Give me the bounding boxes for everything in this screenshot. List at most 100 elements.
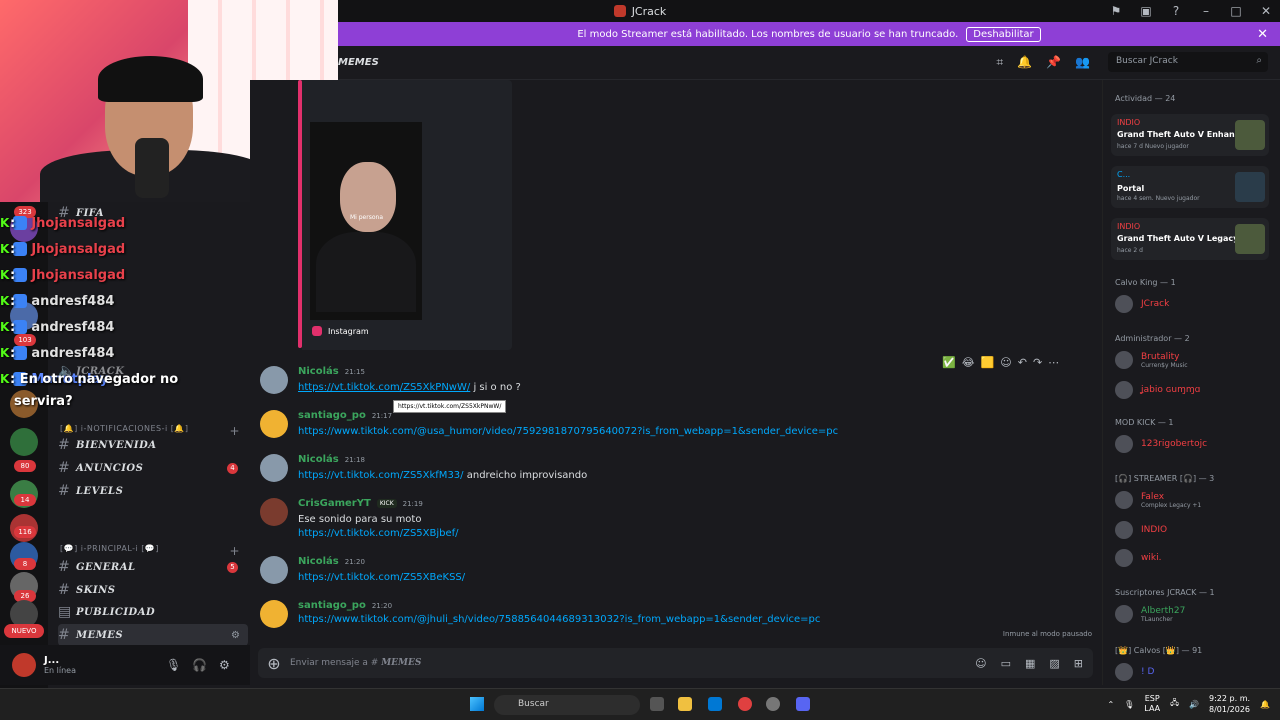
member-item[interactable]: wiki. [1115, 548, 1275, 568]
activity-card[interactable]: INDIO Grand Theft Auto V Legacy hace 2 d [1111, 218, 1269, 260]
avatar [1115, 663, 1133, 681]
video-body [316, 232, 416, 312]
channel-general[interactable]: # GENERAL 5 [58, 556, 248, 578]
mail-icon[interactable] [708, 697, 722, 711]
sticker-icon[interactable]: ▦ [1025, 657, 1035, 670]
message-link[interactable]: https://vt.tiktok.com/ZS5XBjbef/ [298, 528, 459, 539]
volume-icon[interactable]: 🔊 [1189, 700, 1199, 709]
channel-skins[interactable]: # SKINS [58, 579, 248, 601]
category-principal[interactable]: [💬] i-PRINCIPAL-i [💬] + [60, 544, 240, 558]
channel-memes[interactable]: # MEMES ⚙ [58, 624, 248, 646]
role-header: [👑] Calvos [👑] — 91 [1115, 646, 1203, 655]
member-item[interactable]: JCrack [1115, 294, 1275, 314]
member-item[interactable]: Brutality Curren$y Music [1115, 350, 1275, 370]
role-header: Administrador — 2 [1115, 334, 1190, 343]
clock[interactable]: 9:22 p. m. 8/01/2026 [1209, 693, 1250, 715]
avatar[interactable] [260, 454, 288, 482]
channel-bienvenida[interactable]: # BIENVENIDA [58, 434, 248, 456]
maximize-icon[interactable]: □ [1228, 4, 1244, 18]
avatar [1115, 435, 1133, 453]
author-name[interactable]: santiago_po [298, 410, 366, 421]
tray-chevron-icon[interactable]: ⌃ [1107, 700, 1114, 709]
reaction-check-icon[interactable]: ✅ [942, 356, 956, 369]
headphones-icon[interactable]: 🎧 [192, 658, 207, 672]
bell-icon[interactable]: 🔔 [1017, 55, 1032, 70]
settings-icon[interactable]: ⚙ [219, 658, 230, 672]
apps-icon[interactable]: ⊞ [1074, 657, 1083, 670]
channel-publicidad[interactable]: ▤ PUBLICIDAD [58, 601, 248, 623]
category-notificaciones[interactable]: [🔔] i-NOTIFICACIONES-i [🔔] + [60, 424, 240, 438]
activity-card[interactable]: C... Portal hace 4 sem. Nuevo jugador [1111, 166, 1269, 208]
emoji-icon[interactable]: ☺ [975, 657, 986, 670]
search-input[interactable]: Buscar JCrack ⌕ [1108, 52, 1268, 72]
avatar[interactable] [260, 556, 288, 584]
disable-streamer-button[interactable]: Deshabilitar [966, 26, 1041, 42]
avatar[interactable] [260, 410, 288, 438]
message-link[interactable]: https://vt.tiktok.com/ZS5XkPNwW/ [298, 382, 470, 393]
members-icon[interactable]: 👥 [1075, 55, 1090, 70]
member-item[interactable]: INDIO [1115, 520, 1275, 540]
more-icon[interactable]: ⋯ [1048, 356, 1059, 369]
add-reaction-icon[interactable]: ☺ [1000, 356, 1011, 369]
minimize-icon[interactable]: – [1198, 4, 1214, 18]
member-item[interactable]: 123rigobertojc [1115, 434, 1275, 454]
close-window-icon[interactable]: ✕ [1258, 4, 1274, 18]
reaction-laugh-icon[interactable]: 😂 [962, 356, 975, 369]
activity-card[interactable]: INDIO Grand Theft Auto V Enhan... hace 7 d… [1111, 114, 1269, 156]
file-explorer-icon[interactable] [678, 697, 692, 711]
inbox-icon[interactable]: ⚑ [1108, 4, 1124, 18]
reaction-flag-icon[interactable]: 🟨 [981, 356, 995, 369]
forward-icon[interactable]: ↷ [1033, 356, 1042, 369]
member-item[interactable]: ! D [1115, 662, 1275, 682]
member-item[interactable]: Alberth27 TLauncher [1115, 604, 1275, 624]
embed-video[interactable]: Mi persona [310, 122, 422, 320]
message-composer[interactable]: ⊕ Enviar mensaje a # MEMES ☺ ▭ ▦ ▨ ⊞ [258, 648, 1093, 678]
gif-icon[interactable]: ▭ [1001, 657, 1011, 670]
member-item[interactable]: ʝabio ɢuɱɱɑ [1115, 380, 1275, 400]
new-badge[interactable]: NUEVO [4, 624, 44, 638]
message-link[interactable]: https://www.tiktok.com/@jhuli_sh/video/7… [298, 614, 820, 625]
image-icon[interactable]: ▨ [1049, 657, 1059, 670]
kick-icon: K [0, 294, 10, 308]
author-name[interactable]: CrisGamerYT [298, 498, 371, 509]
author-name[interactable]: santiago_po [298, 600, 366, 611]
pin-icon[interactable]: 📌 [1046, 55, 1061, 70]
language-indicator[interactable]: ESP LAA [1144, 694, 1160, 714]
member-item[interactable]: Falex Complex Legacy +1 [1115, 490, 1275, 510]
taskbar-search[interactable]: Buscar [494, 695, 640, 715]
screen-icon[interactable]: ▣ [1138, 4, 1154, 18]
close-banner-icon[interactable]: ✕ [1257, 27, 1268, 42]
start-icon[interactable] [470, 697, 484, 711]
message-link[interactable]: https://vt.tiktok.com/ZS5XBeKSS/ [298, 572, 465, 583]
network-icon[interactable]: 🖧 [1170, 697, 1179, 711]
app-icon[interactable] [766, 697, 780, 711]
channel-settings-icon[interactable]: ⚙ [231, 630, 240, 641]
discord-icon[interactable] [796, 697, 810, 711]
kick-icon: K [0, 268, 10, 282]
message-link[interactable]: https://vt.tiktok.com/ZS5XkfM33/ [298, 470, 464, 481]
composer-placeholder: Enviar mensaje a # MEMES [290, 658, 422, 668]
attach-icon[interactable]: ⊕ [258, 654, 290, 673]
avatar[interactable] [260, 498, 288, 526]
role-header: [🎧] STREAMER [🎧] — 3 [1115, 474, 1215, 483]
channel-levels[interactable]: # LEVELS [58, 480, 248, 502]
mic-icon[interactable]: 🎙 [166, 658, 181, 672]
channel-header: MEMES ⌗ 🔔 📌 👥 Buscar JCrack ⌕ [338, 46, 1280, 80]
help-icon[interactable]: ? [1168, 4, 1184, 18]
reply-icon[interactable]: ↶ [1018, 356, 1027, 369]
notification-icon[interactable]: 🔔 [1260, 700, 1270, 709]
avatar[interactable] [260, 600, 288, 628]
tray-mic-icon[interactable]: 🎙 [1124, 700, 1134, 709]
server-icon[interactable] [10, 428, 38, 456]
author-name[interactable]: Nicolás [298, 556, 339, 567]
author-name[interactable]: Nicolás [298, 366, 339, 377]
avatar[interactable] [260, 366, 288, 394]
message-link[interactable]: https://www.tiktok.com/@usa_humor/video/… [298, 426, 838, 437]
chrome-icon[interactable] [738, 697, 752, 711]
channel-anuncios[interactable]: # ANUNCIOS 4 [58, 457, 248, 479]
author-name[interactable]: Nicolás [298, 454, 339, 465]
role-header: MOD KICK — 1 [1115, 418, 1174, 427]
threads-icon[interactable]: ⌗ [996, 55, 1003, 70]
avatar[interactable] [12, 653, 36, 677]
task-view-icon[interactable] [650, 697, 664, 711]
